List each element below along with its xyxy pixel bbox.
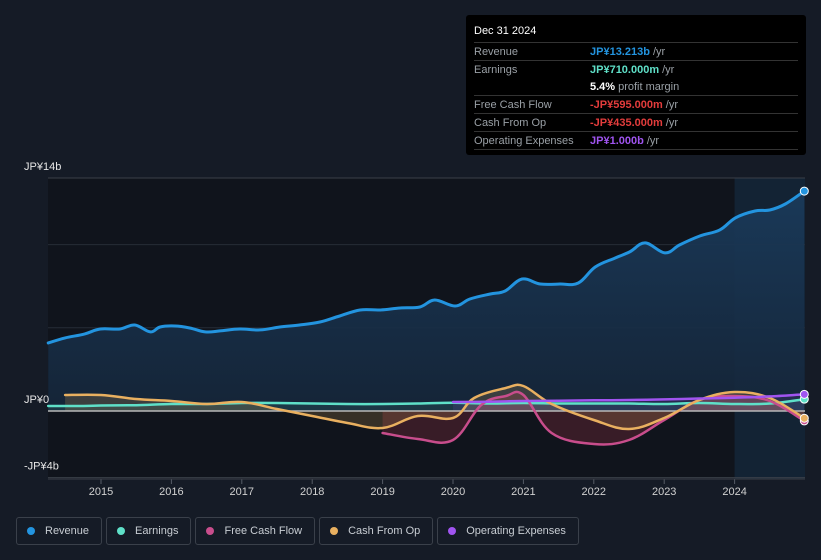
tooltip-row: 5.4% profit margin (474, 78, 798, 95)
x-tick-label: 2024 (722, 486, 746, 498)
tooltip-row-unit: /yr (646, 134, 660, 147)
legend-label: Free Cash Flow (224, 525, 303, 537)
tooltip-row: Operating Expenses JP¥1.000b/yr (474, 131, 798, 150)
legend-item-revenue[interactable]: Revenue (16, 517, 103, 545)
x-tick-label: 2023 (652, 486, 676, 498)
tooltip-row-value: JP¥1.000b (590, 134, 644, 147)
tooltip-row: Earnings JP¥710.000m/yr (474, 60, 798, 78)
tooltip-row-value: 5.4% (590, 80, 616, 93)
tooltip-row-value: -JP¥595.000m (590, 98, 663, 111)
tooltip-date: Dec 31 2024 (474, 25, 537, 37)
x-tick-label: 2021 (511, 486, 535, 498)
tooltip-row-label: Operating Expenses (474, 134, 574, 147)
earnings-dot-icon (117, 527, 126, 535)
legend: Revenue Earnings Free Cash Flow Cash From O… (16, 517, 579, 545)
x-tick-label: 2017 (230, 486, 254, 498)
legend-label: Cash From Op (348, 525, 421, 537)
tooltip-row-value: JP¥13.213b (590, 45, 650, 58)
tooltip-row-unit: /yr (662, 63, 675, 76)
tooltip-row-label: Earnings (474, 63, 518, 76)
x-tick-label: 2019 (370, 486, 394, 498)
y-tick-label: JP¥14b (24, 161, 61, 173)
revenue-endpoint[interactable] (799, 186, 809, 196)
legend-label: Revenue (45, 525, 90, 537)
tooltip-row: Free Cash Flow -JP¥595.000m/yr (474, 95, 798, 113)
tooltip-row: Revenue JP¥13.213b/yr (474, 42, 798, 60)
legend-item-operating-expenses[interactable]: Operating Expenses (437, 517, 579, 545)
x-tick-label: 2020 (441, 486, 465, 498)
cash-from-op-endpoint[interactable] (799, 413, 809, 423)
legend-item-cash-from-op[interactable]: Cash From Op (319, 517, 434, 545)
legend-label: Earnings (135, 525, 179, 537)
revenue-dot-icon (27, 527, 35, 535)
tooltip-row-label: Free Cash Flow (474, 98, 552, 111)
operating-expenses-endpoint[interactable] (799, 389, 809, 399)
tooltip: Dec 31 2024 Revenue JP¥13.213b/yr Earnings… (466, 15, 806, 155)
y-tick-label: JP¥0 (24, 394, 49, 406)
x-axis-ticks: 2015 2016 2017 2018 2019 2020 2021 2022 2023 2024 (48, 478, 805, 498)
free-cash-flow-dot-icon (206, 527, 215, 535)
y-tick-label: -JP¥4b (24, 461, 59, 473)
legend-label: Operating Expenses (466, 525, 566, 537)
tooltip-row-value: JP¥710.000m (590, 63, 660, 76)
tooltip-row-unit: /yr (652, 45, 666, 58)
tooltip-row-unit: profit margin (618, 80, 680, 93)
tooltip-row-label: Cash From Op (474, 116, 547, 129)
tooltip-row-unit: /yr (665, 98, 679, 111)
legend-item-free-cash-flow[interactable]: Free Cash Flow (195, 517, 316, 545)
tooltip-row-value: -JP¥435.000m (590, 116, 663, 129)
cash-from-op-dot-icon (330, 527, 339, 535)
tooltip-row: Cash From Op -JP¥435.000m/yr (474, 113, 798, 131)
x-tick-label: 2018 (300, 486, 324, 498)
x-tick-label: 2022 (582, 486, 606, 498)
tooltip-row-label: Revenue (474, 45, 519, 58)
x-tick-label: 2015 (89, 486, 113, 498)
operating-expenses-dot-icon (448, 527, 457, 535)
x-tick-label: 2016 (159, 486, 183, 498)
tooltip-row-unit: /yr (665, 116, 679, 129)
legend-item-earnings[interactable]: Earnings (106, 517, 192, 545)
